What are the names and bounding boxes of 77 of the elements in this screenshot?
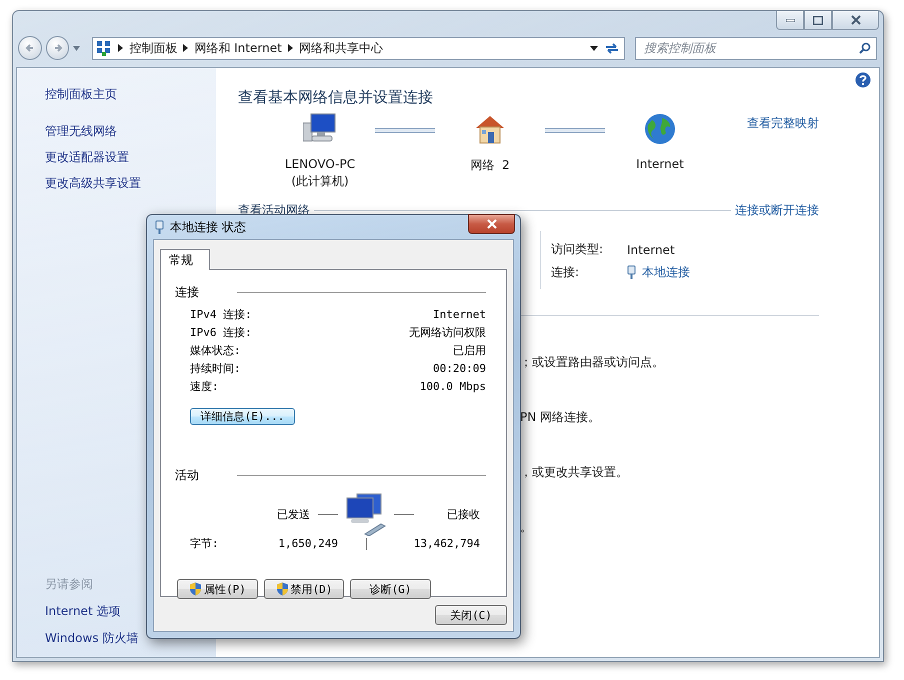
minimize-icon <box>786 18 794 22</box>
sidebar-link[interactable]: Windows 防火墙 <box>45 630 138 647</box>
sidebar-link[interactable]: 管理无线网络 <box>45 123 117 140</box>
node-sublabel: (此计算机) <box>291 173 349 190</box>
sidebar-link[interactable]: 控制面板主页 <box>45 86 117 103</box>
search-field[interactable]: 搜索控制面板 <box>635 36 878 60</box>
task-description: ，或更改共享设置。 <box>520 464 628 481</box>
chevron-icon[interactable] <box>183 44 188 52</box>
info-label: 持续时间: <box>190 361 241 376</box>
field-label: 连接: <box>551 264 580 281</box>
node-label: Internet <box>636 157 684 171</box>
connection-link[interactable]: 本地连接 <box>627 264 751 281</box>
breadcrumb-item[interactable]: 网络和 Internet <box>194 40 282 56</box>
close-icon <box>850 15 860 25</box>
breadcrumb-item[interactable]: 网络和共享中心 <box>298 40 383 56</box>
info-value: Internet <box>433 308 486 321</box>
refresh-icon[interactable] <box>604 41 620 55</box>
sidebar-link[interactable]: Internet 选项 <box>45 603 120 620</box>
network-computers-icon <box>345 492 387 536</box>
task-description: PN 网络连接。 <box>520 409 600 426</box>
details-button[interactable]: 详细信息(E)... <box>190 408 295 425</box>
bytes-sent: 1,650,249 <box>278 537 338 550</box>
dialog-button[interactable]: 禁用(D) <box>264 579 344 599</box>
info-value: 00:20:09 <box>433 362 486 375</box>
info-label: 速度: <box>190 379 219 394</box>
task-description: ；或设置路由器或访问点。 <box>520 354 664 371</box>
shield-icon <box>189 582 202 596</box>
node-label: 网络 2 <box>470 157 510 174</box>
bytes-label: 字节: <box>190 536 219 551</box>
maximize-icon <box>813 16 823 24</box>
sidebar-link[interactable]: 更改高级共享设置 <box>45 175 141 192</box>
field-value: Internet <box>627 242 676 256</box>
dialog-button[interactable]: 诊断(G) <box>350 579 431 599</box>
close-icon <box>486 219 496 229</box>
close-button[interactable] <box>832 11 879 30</box>
info-label: IPv6 连接: <box>190 325 252 340</box>
info-value: 已启用 <box>453 343 486 358</box>
group-title: 连接 <box>175 284 199 301</box>
group-title: 活动 <box>175 467 199 484</box>
dialog-title: 本地连接 状态 <box>170 218 246 236</box>
search-icon[interactable] <box>859 42 872 54</box>
connect-link[interactable]: 连接或断开连接 <box>735 202 819 219</box>
see-also-heading: 另请参阅 <box>45 576 93 593</box>
dropdown-arrow-icon[interactable] <box>590 46 598 50</box>
plug-icon <box>627 265 636 280</box>
shield-icon <box>276 582 289 596</box>
back-button[interactable] <box>18 36 42 60</box>
breadcrumb-item[interactable]: 控制面板 <box>129 40 178 56</box>
help-icon[interactable] <box>855 72 871 88</box>
full-map-link[interactable]: 查看完整映射 <box>747 115 819 132</box>
close-dialog-button[interactable]: 关闭(C) <box>435 605 507 625</box>
control-panel-icon <box>96 40 112 56</box>
maximize-button[interactable] <box>804 11 832 30</box>
received-label: 已接收 <box>447 506 480 522</box>
close-button[interactable] <box>468 214 515 234</box>
address-bar[interactable]: 控制面板 网络和 Internet 网络和共享中心 <box>92 36 626 60</box>
tab[interactable]: 常规 <box>160 249 210 270</box>
dialog-button[interactable]: 属性(P) <box>177 579 258 599</box>
forward-arrow-icon <box>52 43 63 53</box>
page-title: 查看基本网络信息并设置连接 <box>238 88 434 107</box>
forward-button[interactable] <box>46 36 70 60</box>
minimize-button[interactable] <box>776 11 804 30</box>
field-label: 访问类型: <box>551 241 604 258</box>
task-description: 。 <box>520 519 532 536</box>
node-label: LENOVO-PC <box>284 157 356 171</box>
info-value: 无网络访问权限 <box>409 325 486 340</box>
chevron-icon[interactable] <box>288 44 293 52</box>
back-arrow-icon <box>24 43 35 53</box>
info-value: 100.0 Mbps <box>420 380 486 393</box>
bytes-received: 13,462,794 <box>414 537 480 550</box>
plug-icon <box>155 220 164 234</box>
globe-icon <box>644 113 676 145</box>
info-label: IPv4 连接: <box>190 307 252 322</box>
sent-label: 已发送 <box>277 506 310 522</box>
info-label: 媒体状态: <box>190 343 241 358</box>
chevron-icon[interactable] <box>118 44 124 52</box>
sidebar-link[interactable]: 更改适配器设置 <box>45 149 129 166</box>
